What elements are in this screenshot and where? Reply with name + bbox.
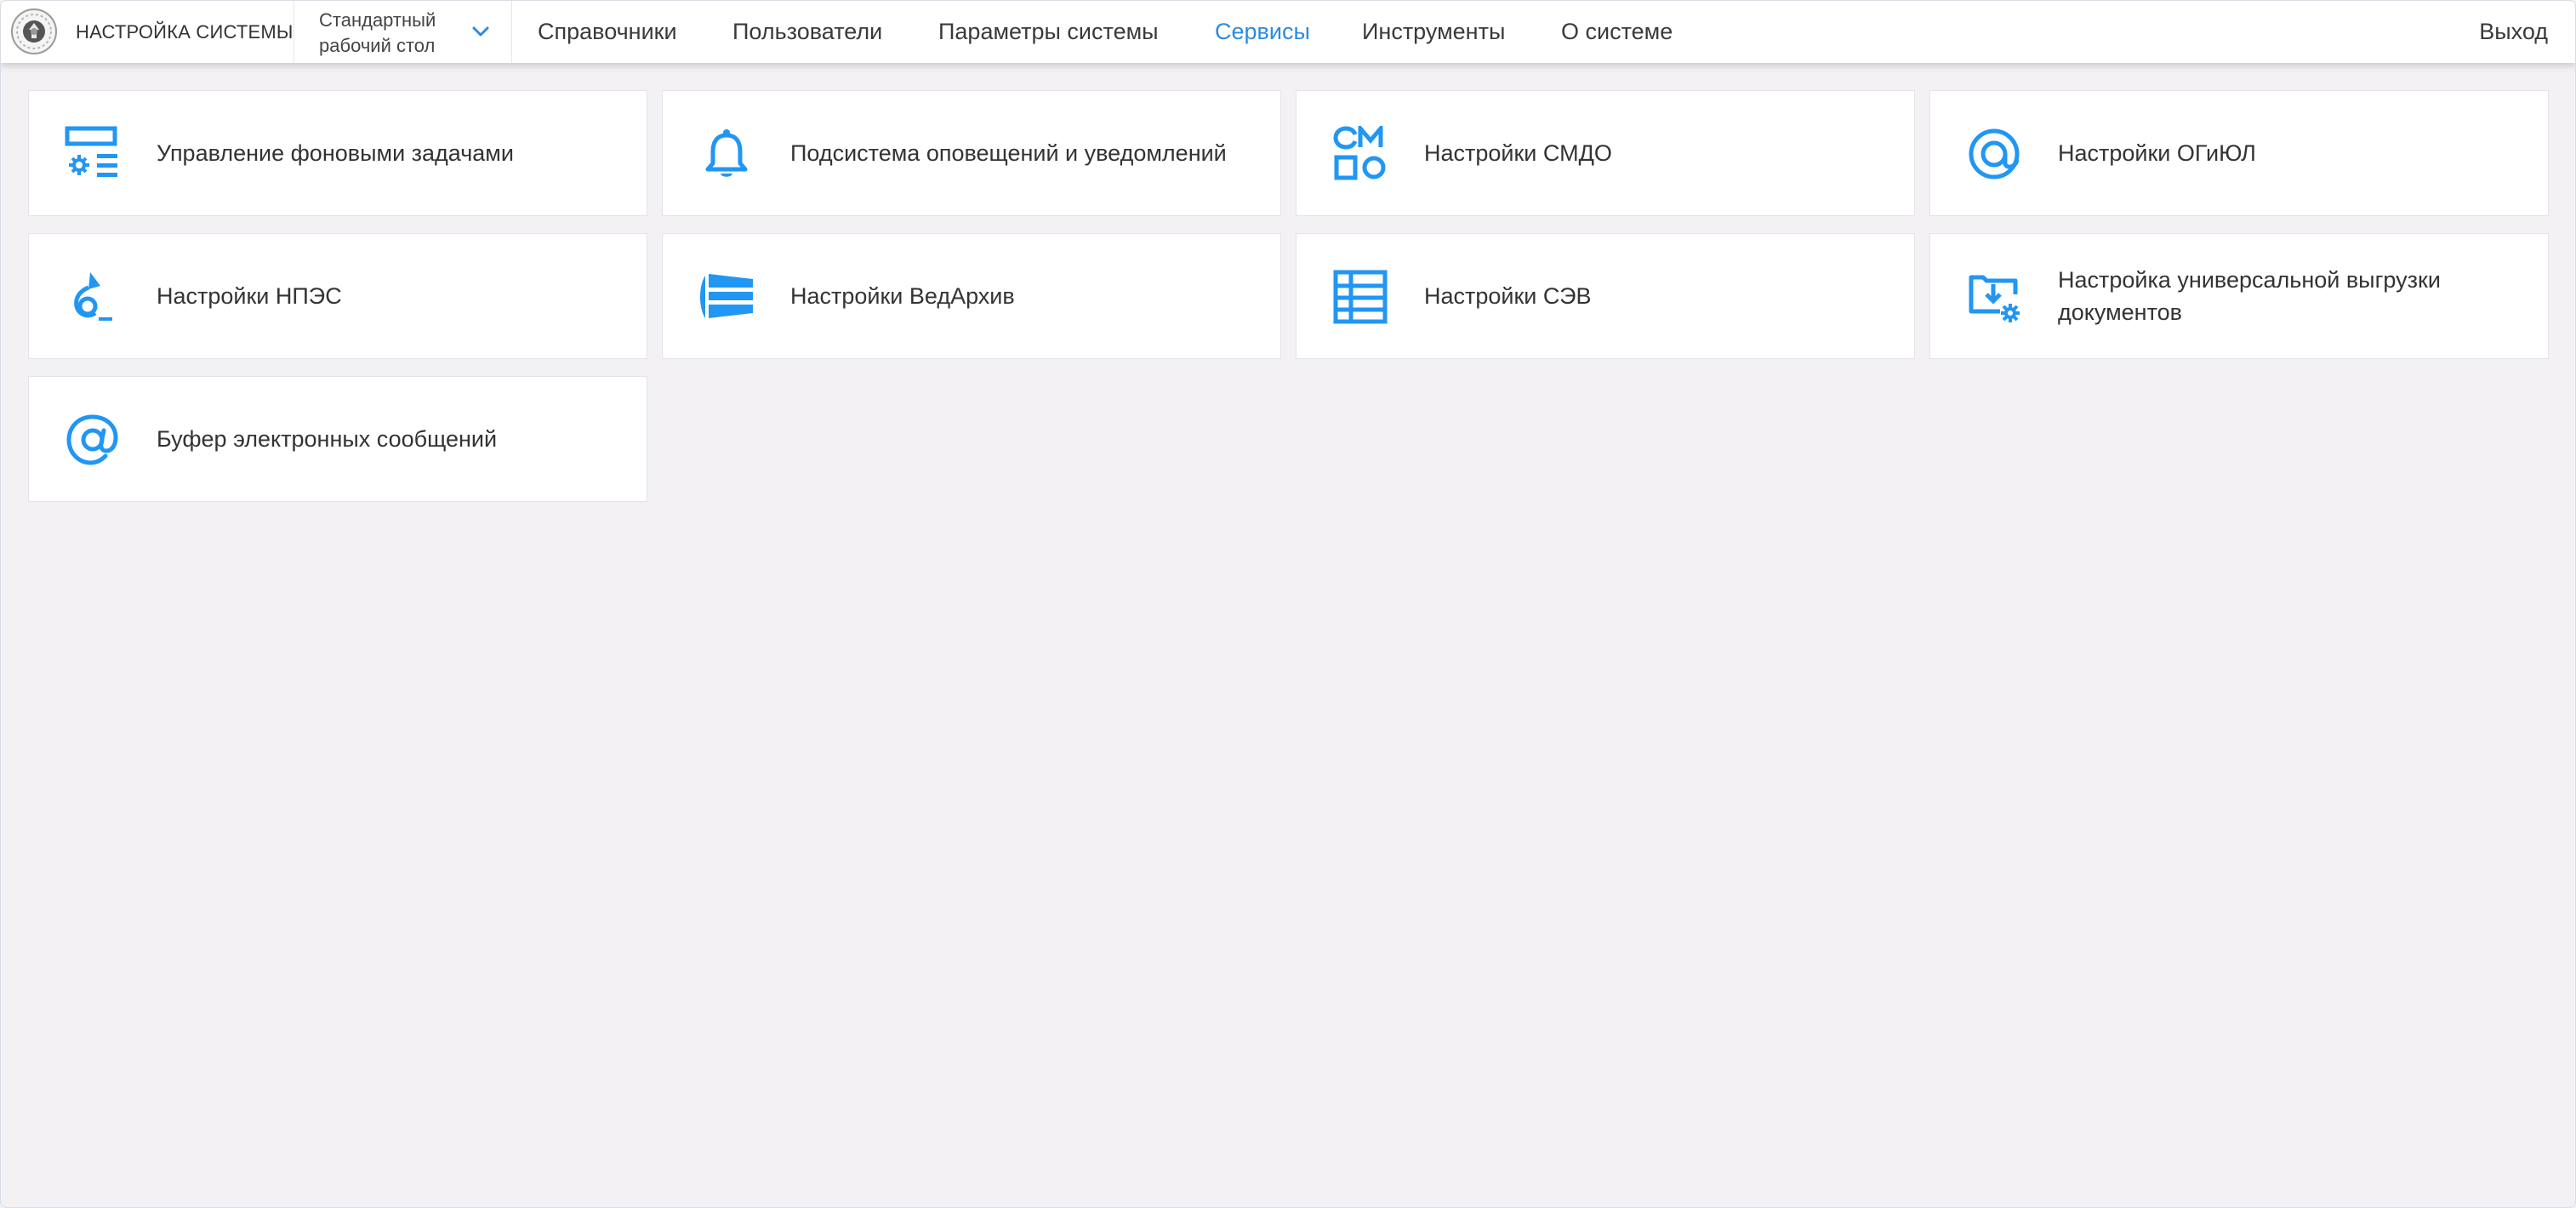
emblem-logo-icon[interactable]: [9, 7, 59, 56]
tile-label: Настройки СМДО: [1424, 140, 1612, 166]
chevron-down-icon[interactable]: [469, 20, 493, 43]
at-circle-icon: [1966, 126, 2022, 182]
top-header: НАСТРОЙКА СИСТЕМЫ Стандартный рабочий ст…: [1, 1, 2575, 63]
nav-users[interactable]: Пользователи: [732, 1, 882, 63]
folder-export-icon: [1966, 269, 2022, 325]
tile-sev-settings[interactable]: Настройки СЭВ: [1296, 233, 1915, 359]
app-title[interactable]: НАСТРОЙКА СИСТЕМЫ: [76, 21, 294, 43]
nav-services[interactable]: Сервисы: [1215, 1, 1310, 63]
tile-label: Управление фоновыми задачами: [157, 140, 514, 166]
archive-icon: [698, 269, 755, 325]
tile-label: Настройка универсальной выгрузки докумен…: [2058, 267, 2441, 325]
npes-icon: [65, 269, 121, 325]
app-window: НАСТРОЙКА СИСТЕМЫ Стандартный рабочий ст…: [0, 0, 2576, 1208]
tile-label: Настройки ОГиЮЛ: [2058, 140, 2256, 166]
nav-directories[interactable]: Справочники: [538, 1, 677, 63]
background-tasks-icon: [65, 126, 121, 182]
tile-vedarchive-settings[interactable]: Настройки ВедАрхив: [662, 233, 1281, 359]
tile-ogiyul-settings[interactable]: Настройки ОГиЮЛ: [1929, 90, 2549, 216]
tile-smdo-settings[interactable]: Настройки СМДО: [1296, 90, 1915, 216]
tile-label: Настройки ВедАрхив: [790, 283, 1015, 309]
tile-label: Настройки НПЭС: [157, 283, 342, 309]
tile-label: Буфер электронных сообщений: [157, 426, 498, 452]
table-icon: [1332, 269, 1388, 325]
tile-label: Настройки СЭВ: [1424, 283, 1592, 309]
tile-notifications[interactable]: Подсистема оповещений и уведомлений: [662, 90, 1281, 216]
nav-about[interactable]: О системе: [1561, 1, 1673, 63]
tile-background-tasks[interactable]: Управление фоновыми задачами: [28, 90, 647, 216]
header-divider: [511, 1, 512, 63]
tile-universal-export-settings[interactable]: Настройка универсальной выгрузки докумен…: [1929, 233, 2549, 359]
nav-tools[interactable]: Инструменты: [1362, 1, 1505, 63]
at-icon: [65, 412, 121, 468]
bell-icon: [698, 126, 755, 182]
tile-npes-settings[interactable]: Настройки НПЭС: [28, 233, 647, 359]
nav-system-parameters[interactable]: Параметры системы: [938, 1, 1159, 63]
logout-button[interactable]: Выход: [2479, 1, 2548, 63]
tile-email-buffer[interactable]: Буфер электронных сообщений: [28, 376, 647, 502]
workspace-selector-label: Стандартный рабочий стол: [319, 9, 436, 56]
workspace-selector[interactable]: Стандартный рабочий стол: [294, 1, 511, 63]
tile-label: Подсистема оповещений и уведомлений: [790, 140, 1227, 166]
smdo-icon: [1332, 126, 1388, 182]
